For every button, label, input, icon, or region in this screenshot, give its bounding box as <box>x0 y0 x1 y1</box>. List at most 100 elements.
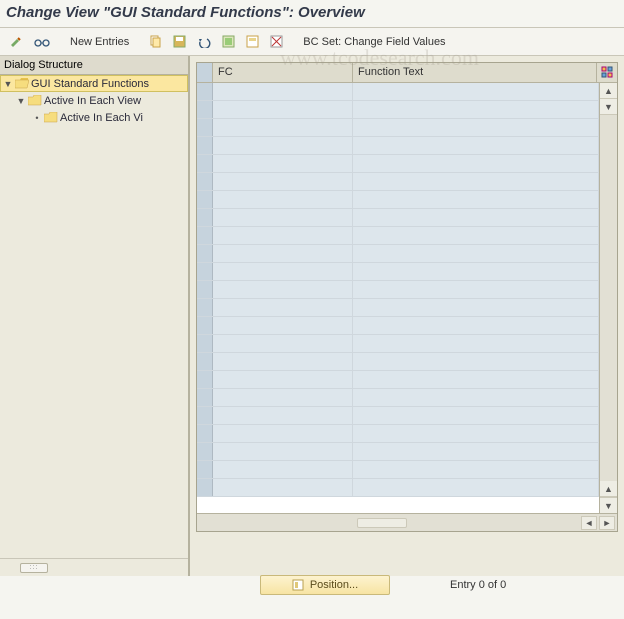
cell-fc[interactable] <box>213 425 353 442</box>
table-row[interactable] <box>197 389 599 407</box>
bcset-button[interactable]: BC Set: Change Field Values <box>300 36 448 48</box>
row-marker[interactable] <box>197 461 213 478</box>
cell-fc[interactable] <box>213 191 353 208</box>
h-scroll-thumb[interactable] <box>357 518 407 528</box>
row-marker[interactable] <box>197 83 213 100</box>
toggle-edit-icon[interactable] <box>6 32 26 52</box>
copy-icon[interactable] <box>146 32 165 52</box>
cell-fc[interactable] <box>213 407 353 424</box>
cell-fc[interactable] <box>213 155 353 172</box>
row-marker[interactable] <box>197 407 213 424</box>
cell-fc[interactable] <box>213 101 353 118</box>
cell-function-text[interactable] <box>353 443 599 460</box>
cell-function-text[interactable] <box>353 407 599 424</box>
scroll-right-icon[interactable]: ► <box>599 516 615 530</box>
table-row[interactable] <box>197 209 599 227</box>
cell-function-text[interactable] <box>353 389 599 406</box>
expander-icon[interactable]: ▼ <box>3 79 13 89</box>
row-marker[interactable] <box>197 353 213 370</box>
scroll-down2-icon[interactable]: ▼ <box>600 497 617 513</box>
cell-fc[interactable] <box>213 227 353 244</box>
tree-node-active-in-each-vi[interactable]: • Active In Each Vi <box>0 109 188 126</box>
row-marker[interactable] <box>197 191 213 208</box>
cell-fc[interactable] <box>213 371 353 388</box>
tree-node-gui-standard-functions[interactable]: ▼ GUI Standard Functions <box>0 75 188 92</box>
cell-function-text[interactable] <box>353 353 599 370</box>
table-row[interactable] <box>197 281 599 299</box>
tree-h-scrollbar[interactable]: ::: <box>0 558 188 576</box>
cell-fc[interactable] <box>213 389 353 406</box>
table-row[interactable] <box>197 263 599 281</box>
cell-function-text[interactable] <box>353 137 599 154</box>
cell-function-text[interactable] <box>353 263 599 280</box>
table-row[interactable] <box>197 371 599 389</box>
cell-fc[interactable] <box>213 317 353 334</box>
scroll-down-icon[interactable]: ▼ <box>600 99 617 115</box>
row-marker[interactable] <box>197 209 213 226</box>
row-marker[interactable] <box>197 119 213 136</box>
cell-function-text[interactable] <box>353 425 599 442</box>
table-row[interactable] <box>197 461 599 479</box>
cell-fc[interactable] <box>213 479 353 496</box>
cell-function-text[interactable] <box>353 317 599 334</box>
cell-function-text[interactable] <box>353 209 599 226</box>
row-marker-header[interactable] <box>197 63 213 82</box>
cell-function-text[interactable] <box>353 191 599 208</box>
table-row[interactable] <box>197 425 599 443</box>
cell-function-text[interactable] <box>353 299 599 316</box>
table-row[interactable] <box>197 101 599 119</box>
cell-fc[interactable] <box>213 119 353 136</box>
cell-fc[interactable] <box>213 353 353 370</box>
scroll-up2-icon[interactable]: ▲ <box>600 481 617 497</box>
table-row[interactable] <box>197 299 599 317</box>
glasses-icon[interactable] <box>31 32 53 52</box>
scroll-up-icon[interactable]: ▲ <box>600 83 617 99</box>
cell-fc[interactable] <box>213 83 353 100</box>
table-row[interactable] <box>197 119 599 137</box>
select-all-icon[interactable] <box>219 32 238 52</box>
table-config-icon[interactable] <box>597 63 617 82</box>
new-entries-button[interactable]: New Entries <box>67 36 132 48</box>
cell-function-text[interactable] <box>353 119 599 136</box>
cell-function-text[interactable] <box>353 461 599 478</box>
cell-function-text[interactable] <box>353 83 599 100</box>
horizontal-scrollbar[interactable]: ◄ ► <box>197 513 617 531</box>
row-marker[interactable] <box>197 263 213 280</box>
cell-fc[interactable] <box>213 461 353 478</box>
select-block-icon[interactable] <box>243 32 262 52</box>
row-marker[interactable] <box>197 317 213 334</box>
table-row[interactable] <box>197 443 599 461</box>
expander-icon[interactable]: ▼ <box>16 96 26 106</box>
cell-function-text[interactable] <box>353 335 599 352</box>
row-marker[interactable] <box>197 443 213 460</box>
vertical-scrollbar[interactable]: ▲ ▼ ▲ ▼ <box>599 83 617 513</box>
cell-fc[interactable] <box>213 209 353 226</box>
cell-fc[interactable] <box>213 443 353 460</box>
table-row[interactable] <box>197 407 599 425</box>
cell-function-text[interactable] <box>353 479 599 496</box>
cell-function-text[interactable] <box>353 101 599 118</box>
table-row[interactable] <box>197 155 599 173</box>
table-row[interactable] <box>197 353 599 371</box>
table-row[interactable] <box>197 227 599 245</box>
cell-fc[interactable] <box>213 299 353 316</box>
table-row[interactable] <box>197 245 599 263</box>
row-marker[interactable] <box>197 425 213 442</box>
cell-function-text[interactable] <box>353 281 599 298</box>
tree-node-active-in-each-view[interactable]: ▼ Active In Each View <box>0 92 188 109</box>
column-header-fc[interactable]: FC <box>213 63 353 82</box>
row-marker[interactable] <box>197 137 213 154</box>
cell-function-text[interactable] <box>353 155 599 172</box>
row-marker[interactable] <box>197 299 213 316</box>
row-marker[interactable] <box>197 335 213 352</box>
row-marker[interactable] <box>197 101 213 118</box>
row-marker[interactable] <box>197 173 213 190</box>
row-marker[interactable] <box>197 281 213 298</box>
row-marker[interactable] <box>197 245 213 262</box>
cell-fc[interactable] <box>213 137 353 154</box>
cell-fc[interactable] <box>213 173 353 190</box>
cell-function-text[interactable] <box>353 371 599 388</box>
table-row[interactable] <box>197 173 599 191</box>
cell-function-text[interactable] <box>353 227 599 244</box>
row-marker[interactable] <box>197 227 213 244</box>
